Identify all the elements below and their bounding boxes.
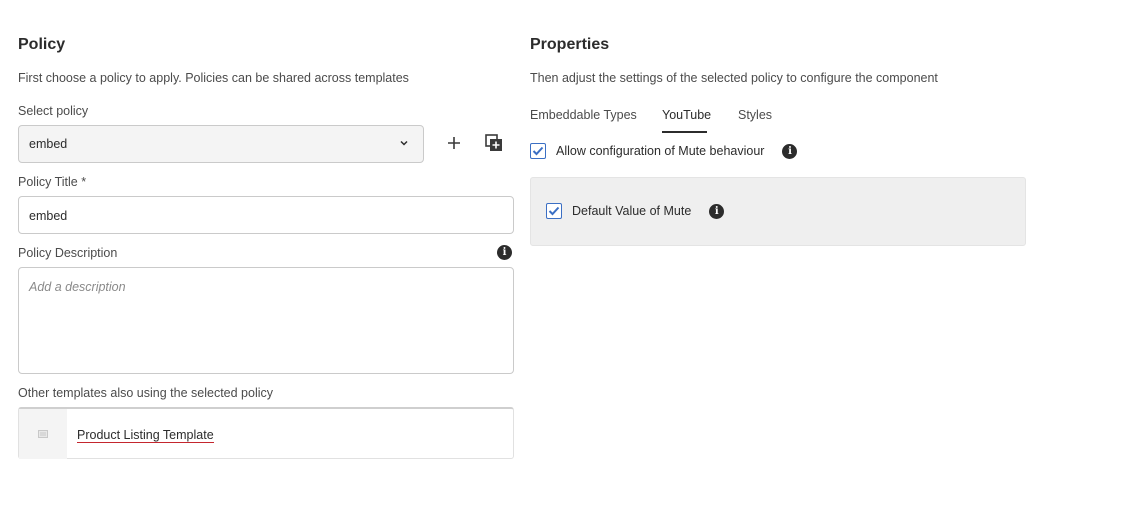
mute-settings-panel: Default Value of Mute i xyxy=(530,177,1026,246)
list-item[interactable]: Product Listing Template xyxy=(77,426,214,444)
info-icon[interactable]: i xyxy=(782,143,798,159)
allow-mute-checkbox[interactable] xyxy=(530,143,546,159)
policy-heading: Policy xyxy=(18,36,66,53)
tab-styles: Styles xyxy=(738,108,773,122)
copy-add-icon xyxy=(485,133,503,157)
add-policy-button[interactable] xyxy=(443,134,465,156)
policy-title-field[interactable]: embed xyxy=(18,196,514,234)
tab-youtube[interactable]: YouTube xyxy=(662,108,711,122)
duplicate-policy-button[interactable] xyxy=(483,133,505,157)
info-icon[interactable]: i xyxy=(497,245,512,260)
policy-select-value: embed xyxy=(29,137,68,151)
active-tab-indicator xyxy=(662,131,707,133)
policy-select[interactable]: embed xyxy=(18,125,424,163)
other-templates-label: Other templates also using the selected … xyxy=(18,386,273,400)
other-templates-list: Product Listing Template xyxy=(18,407,514,459)
select-policy-label: Select policy xyxy=(18,104,89,118)
allow-mute-row: Allow configuration of Mute behaviour i xyxy=(530,143,798,159)
plus-icon xyxy=(447,136,461,155)
info-icon[interactable]: i xyxy=(709,203,725,219)
allow-mute-label: Allow configuration of Mute behaviour xyxy=(556,144,765,158)
policy-description-field[interactable]: Add a description xyxy=(18,267,514,374)
policy-description-label: Policy Description xyxy=(18,246,118,260)
tab-embeddable-types[interactable]: Embeddable Types xyxy=(530,108,637,122)
properties-description-text: Then adjust the settings of the selected… xyxy=(530,71,938,85)
properties-heading: Properties xyxy=(530,36,610,53)
template-link[interactable]: Product Listing Template xyxy=(77,428,214,443)
default-mute-checkbox[interactable] xyxy=(546,203,562,219)
template-icon xyxy=(38,425,48,443)
template-thumbnail xyxy=(19,409,67,459)
policy-description-text: First choose a policy to apply. Policies… xyxy=(18,71,409,85)
policy-title-value: embed xyxy=(29,209,68,223)
policy-title-label: Policy Title * xyxy=(18,175,87,189)
chevron-down-icon xyxy=(399,137,409,151)
policy-description-placeholder: Add a description xyxy=(29,280,126,294)
default-mute-label: Default Value of Mute xyxy=(572,204,692,218)
default-mute-row: Default Value of Mute i xyxy=(546,203,725,219)
